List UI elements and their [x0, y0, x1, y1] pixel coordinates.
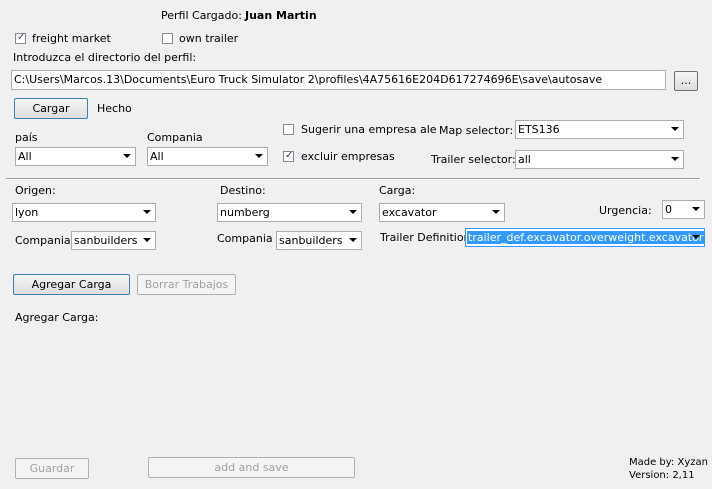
cargo-select[interactable]: excavator — [379, 203, 505, 222]
section-divider — [6, 178, 700, 180]
chevron-down-icon — [349, 210, 357, 214]
urgency-select-value: 0 — [665, 203, 672, 216]
clear-jobs-button[interactable]: Borrar Trabajos — [137, 274, 236, 295]
add-and-save-button[interactable]: add and save — [148, 457, 355, 478]
map-selector-select[interactable]: ETS136 — [515, 120, 684, 139]
cargo-select-value: excavator — [382, 206, 437, 219]
version-label: Version: 2,11 — [629, 470, 695, 481]
destination-company-select[interactable]: sanbuilders — [276, 231, 362, 250]
trailer-definition-select[interactable]: trailer_def.excavator.overweight.excavat… — [465, 228, 705, 247]
own-trailer-label: own trailer — [179, 32, 239, 45]
chevron-down-icon — [671, 127, 679, 131]
check-icon: ✓ — [17, 32, 26, 43]
chevron-down-icon — [349, 238, 357, 242]
chevron-down-icon — [692, 235, 700, 239]
trailer-definition-label: Trailer Definition — [380, 231, 471, 244]
exclude-companies-checkbox[interactable]: ✓ — [283, 150, 294, 162]
profile-loaded-label: Perfil Cargado: — [161, 9, 242, 22]
country-select-value: All — [18, 150, 32, 163]
urgency-label: Urgencia: — [599, 204, 652, 217]
add-cargo-button[interactable]: Agregar Carga — [13, 274, 130, 295]
urgency-select[interactable]: 0 — [662, 200, 705, 219]
check-icon: ✓ — [285, 150, 294, 161]
random-company-label: Sugerir una empresa aleatoria — [301, 123, 437, 136]
save-button[interactable]: Guardar — [15, 458, 89, 479]
company-filter-select[interactable]: All — [147, 147, 268, 166]
made-by-label: Made by: Xyzan — [629, 457, 709, 468]
trailer-definition-select-value: trailer_def.excavator.overweight.excavat… — [467, 231, 705, 244]
own-trailer-checkbox[interactable] — [162, 33, 173, 44]
destination-label: Destino: — [220, 184, 266, 197]
origin-company-label: Compania — [15, 234, 71, 247]
map-selector-label: Map selector: — [439, 124, 514, 137]
profile-path-label: Introduzca el directorio del perfil: — [13, 51, 197, 64]
profile-loaded-name: Juan Martin — [245, 9, 317, 22]
trailer-selector-label: Trailer selector: — [431, 153, 516, 166]
browse-button[interactable]: ... — [674, 71, 698, 91]
destination-select[interactable]: numberg — [217, 203, 362, 222]
destination-company-label: Compania — [217, 232, 273, 245]
chevron-down-icon — [143, 210, 151, 214]
company-filter-select-value: All — [150, 150, 164, 163]
country-select[interactable]: All — [15, 147, 136, 166]
random-company-checkbox[interactable] — [283, 124, 294, 135]
chevron-down-icon — [255, 154, 263, 158]
freight-market-label: freight market — [32, 32, 111, 45]
destination-select-value: numberg — [220, 206, 270, 219]
trailer-selector-value: all — [518, 153, 531, 166]
origin-company-select-value: sanbuilders — [74, 234, 138, 247]
added-cargo-label: Agregar Carga: — [15, 311, 99, 324]
cargo-label: Carga: — [379, 184, 416, 197]
country-label: país — [15, 131, 38, 144]
origin-label: Origen: — [15, 184, 56, 197]
origin-company-select[interactable]: sanbuilders — [71, 231, 156, 250]
destination-company-select-value: sanbuilders — [279, 234, 343, 247]
freight-market-checkbox[interactable]: ✓ — [15, 32, 26, 44]
chevron-down-icon — [143, 238, 151, 242]
map-selector-value: ETS136 — [518, 123, 560, 136]
origin-select[interactable]: lyon — [12, 203, 156, 222]
trailer-selector-select[interactable]: all — [515, 150, 684, 169]
origin-select-value: lyon — [15, 206, 39, 219]
chevron-down-icon — [692, 207, 700, 211]
chevron-down-icon — [123, 154, 131, 158]
load-status: Hecho — [97, 102, 132, 115]
exclude-companies-label: excluir empresas — [301, 150, 395, 163]
profile-path-value: C:\Users\Marcos.13\Documents\Euro Truck … — [14, 73, 603, 86]
chevron-down-icon — [492, 210, 500, 214]
load-button[interactable]: Cargar — [14, 98, 88, 119]
chevron-down-icon — [671, 157, 679, 161]
company-filter-label: Compania — [147, 131, 203, 144]
profile-path-input[interactable]: C:\Users\Marcos.13\Documents\Euro Truck … — [11, 70, 666, 90]
